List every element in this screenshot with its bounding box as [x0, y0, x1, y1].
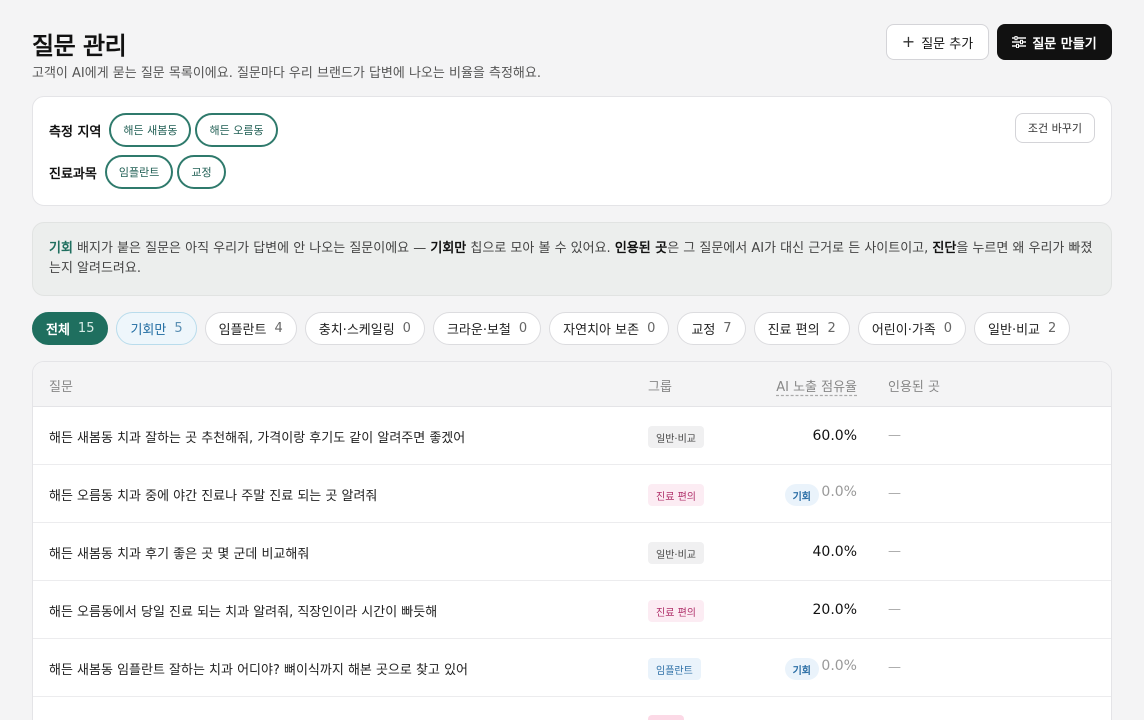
tab-count: 0 [402, 321, 411, 336]
question-text: 해든 새봄동 치과 후기 좋은 곳 몇 군데 비교해줘 [49, 547, 310, 562]
tab-crown-prosthesis[interactable]: 크라운·보철 0 [432, 312, 542, 345]
ai-share-value: 40.0% [812, 544, 857, 560]
tab-count: 0 [647, 321, 656, 336]
region-label: 측정 지역 [49, 124, 102, 140]
region-chip[interactable]: 해든 새봄동 [109, 113, 192, 147]
tab-orthodontics[interactable]: 교정 7 [677, 312, 746, 345]
info-text: 칩으로 모아 볼 수 있어요. [466, 241, 615, 256]
group-badge [648, 715, 684, 720]
region-row: 측정 지역 해든 새봄동 해든 오름동 [49, 113, 278, 147]
info-notice: 기회 배지가 붙은 질문은 아직 우리가 답변에 안 나오는 질문이에요 — 기… [32, 222, 1112, 296]
group-badge: 임플란트 [648, 658, 701, 680]
tab-label: 일반·비교 [988, 323, 1041, 338]
tab-count: 15 [77, 321, 95, 336]
make-questions-button[interactable]: 질문 만들기 [997, 24, 1112, 60]
ai-share-value: 20.0% [812, 602, 857, 618]
table-row[interactable]: 해든 오름동 치과 중에 야간 진료나 주말 진료 되는 곳 알려줘 진료 편의… [33, 465, 1111, 523]
table-row[interactable]: 해든 새봄동 치과 후기 좋은 곳 몇 군데 비교해줘 일반·비교 40.0% … [33, 523, 1111, 581]
group-badge: 진료 편의 [648, 484, 704, 506]
dept-chip[interactable]: 임플란트 [104, 155, 174, 189]
page-header: 질문 관리 고객이 AI에게 묻는 질문 목록이에요. 질문마다 우리 브랜드가… [32, 24, 1112, 84]
group-badge: 일반·비교 [648, 542, 704, 564]
header-group: 그룹 [648, 380, 672, 395]
info-cited-term: 인용된 곳 [614, 241, 668, 256]
sliders-icon [1012, 36, 1027, 48]
change-conditions-button[interactable]: 조건 바꾸기 [1014, 113, 1095, 143]
group-tabs: 전체 15 기회만 5 임플란트 4 충치·스케일링 0 크라운·보철 0 자연치아 보존… [32, 312, 1071, 345]
question-text: 해든 오름동 치과 중에 야간 진료나 주말 진료 되는 곳 알려줘 [49, 489, 378, 504]
header-ai-share[interactable]: AI 노출 점유율 [776, 376, 857, 395]
tab-general-compare[interactable]: 일반·비교 2 [974, 312, 1071, 345]
page-subtitle: 고객이 AI에게 묻는 질문 목록이에요. 질문마다 우리 브랜드가 답변에 나… [32, 66, 541, 81]
page-title: 질문 관리 [32, 32, 127, 60]
tab-label: 진료 편의 [767, 323, 820, 338]
info-opportunity-only-term: 기회만 [430, 241, 467, 256]
table-row[interactable]: 해든 새봄동 임플란트 잘하는 치과 어디야? 뼈이식까지 해본 곳으로 찾고 … [33, 639, 1111, 697]
dept-row: 진료과목 임플란트 교정 [49, 155, 226, 189]
tab-label: 전체 [46, 323, 70, 338]
dept-label: 진료과목 [49, 166, 97, 182]
info-text: 배지가 붙은 질문은 아직 우리가 답변에 안 나오는 질문이에요 — [72, 241, 431, 256]
add-question-label: 질문 추가 [921, 36, 974, 52]
tab-count: 4 [274, 321, 283, 336]
tab-count: 0 [943, 321, 953, 336]
tab-label: 크라운·보철 [446, 323, 511, 338]
group-badge: 일반·비교 [648, 426, 704, 448]
condition-card: 측정 지역 해든 새봄동 해든 오름동 진료과목 임플란트 교정 조건 바꾸기 [32, 96, 1112, 206]
tab-label: 기회만 [130, 323, 167, 338]
tab-count: 5 [174, 321, 183, 336]
info-diagnose-term: 진단 [932, 241, 957, 256]
cited-value: — [888, 486, 901, 501]
tab-all[interactable]: 전체 15 [32, 312, 109, 345]
ai-share-value: 0.0% [821, 658, 857, 674]
dept-chip[interactable]: 교정 [177, 155, 226, 189]
question-text: 해든 새봄동 임플란트 잘하는 치과 어디야? 뼈이식까지 해본 곳으로 찾고 … [49, 663, 468, 678]
tab-label: 어린이·가족 [871, 323, 936, 338]
table-header: 질문 그룹 AI 노출 점유율 인용된 곳 [33, 362, 1111, 407]
tab-label: 자연치아 보존 [563, 323, 640, 338]
tab-count: 2 [827, 321, 836, 336]
ai-share-value: 0.0% [821, 484, 857, 500]
cited-value: — [888, 544, 901, 559]
add-question-button[interactable]: + 질문 추가 [886, 24, 989, 60]
info-text: 은 그 질문에서 AI가 대신 근거로 든 사이트이고, [667, 241, 933, 256]
tab-kids-family[interactable]: 어린이·가족 0 [857, 312, 967, 345]
cited-value: — [888, 660, 901, 675]
header-cited: 인용된 곳 [888, 380, 940, 395]
header-question: 질문 [49, 380, 73, 395]
tab-label: 충치·스케일링 [318, 323, 395, 338]
tab-convenience[interactable]: 진료 편의 2 [753, 312, 850, 345]
tab-count: 7 [723, 321, 732, 336]
table-row[interactable]: 해든 새봄동 치과 잘하는 곳 추천해줘, 가격이랑 후기도 같이 알려주면 좋… [33, 407, 1111, 465]
tab-count: 0 [518, 321, 528, 336]
question-text: 해든 새봄동 치과 잘하는 곳 추천해줘, 가격이랑 후기도 같이 알려주면 좋… [49, 431, 466, 446]
cited-value: — [888, 428, 901, 443]
tab-label: 교정 [691, 323, 716, 338]
table-row[interactable] [33, 697, 1111, 720]
cited-value: — [888, 602, 901, 617]
question-text: 해든 오름동에서 당일 진료 되는 치과 알려줘, 직장인이라 시간이 빠듯해 [49, 605, 438, 620]
tab-count: 2 [1048, 321, 1057, 336]
region-chip[interactable]: 해든 오름동 [195, 113, 278, 147]
opportunity-badge: 기회 [784, 658, 819, 680]
opportunity-badge: 기회 [784, 484, 819, 506]
tab-implant[interactable]: 임플란트 4 [204, 312, 297, 345]
make-questions-label: 질문 만들기 [1032, 36, 1097, 52]
tab-cavity-scaling[interactable]: 충치·스케일링 0 [304, 312, 425, 345]
questions-table: 질문 그룹 AI 노출 점유율 인용된 곳 해든 새봄동 치과 잘하는 곳 추천… [32, 361, 1112, 720]
table-row[interactable]: 해든 오름동에서 당일 진료 되는 치과 알려줘, 직장인이라 시간이 빠듯해 … [33, 581, 1111, 639]
ai-share-value: 60.0% [812, 428, 857, 444]
info-opportunity-term: 기회 [49, 241, 73, 256]
plus-icon: + [901, 32, 916, 51]
group-badge: 진료 편의 [648, 600, 704, 622]
tab-label: 임플란트 [218, 323, 267, 338]
tab-opportunity-only[interactable]: 기회만 5 [116, 312, 197, 345]
tab-natural-tooth[interactable]: 자연치아 보존 0 [549, 312, 670, 345]
